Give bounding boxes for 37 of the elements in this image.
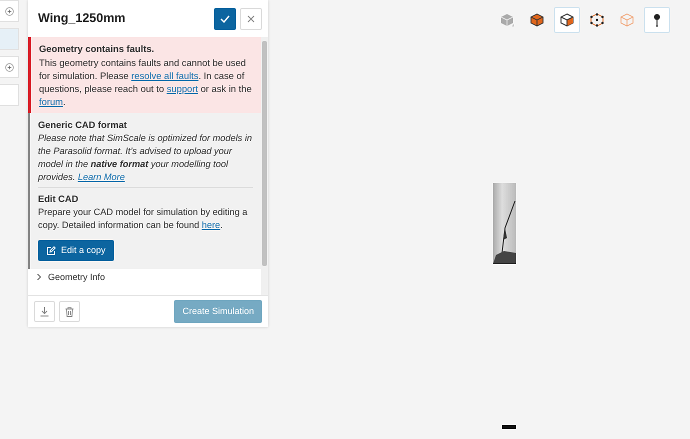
inline-link[interactable]: support [166,83,198,94]
section-heading: Edit CAD [38,193,80,206]
learn-more-link[interactable]: Learn More [78,172,125,182]
scrollbar[interactable] [261,37,268,295]
inline-link[interactable]: resolve all faults [131,70,198,81]
edit-icon [46,246,56,256]
view-mode-button[interactable] [644,7,670,33]
trash-icon [65,306,74,316]
download-icon [40,306,49,316]
section-heading: Generic CAD format [38,119,128,132]
panel-title: Wing_1250mm [38,10,126,28]
cube-outline-icon [620,13,634,27]
edit-text: Prepare your CAD model for simulation by editing a copy. Detailed information can be found here. [38,206,248,232]
cube-icon [500,13,514,27]
notice-text: Please note that SimScale is optimized for models in the Parasolid format. It’s advised to upload your model in the native format your modelling tool provides. Learn More [38,132,253,184]
section-toggle[interactable]: Geometry Info [28,269,261,285]
view-mode-button[interactable] [554,7,580,33]
delete-button[interactable] [59,301,80,322]
close-icon [247,14,255,22]
list-card[interactable] [0,0,19,22]
cube-vertices-icon [590,13,604,27]
inline-link[interactable]: here [202,220,220,230]
add-icon[interactable] [4,6,14,16]
download-button[interactable] [34,301,55,322]
check-icon [220,14,230,22]
chevron-icon [36,274,42,280]
confirm-button[interactable] [214,8,236,30]
close-button[interactable] [240,8,262,30]
alert-title: Geometry contains faults. [39,42,156,55]
edit-copy-button[interactable]: Edit a copy [38,240,114,261]
list-card[interactable] [0,56,19,78]
cube-icon [560,13,574,27]
inline-link[interactable]: forum [39,96,63,107]
add-icon[interactable] [4,62,14,72]
axis-marker [502,425,516,429]
alert-message: This geometry contains faults and cannot be used for simulation. Please resolve all faults. In case of questions, please reach out to support or ask in the forum. [39,56,253,108]
cube-icon [530,13,544,27]
